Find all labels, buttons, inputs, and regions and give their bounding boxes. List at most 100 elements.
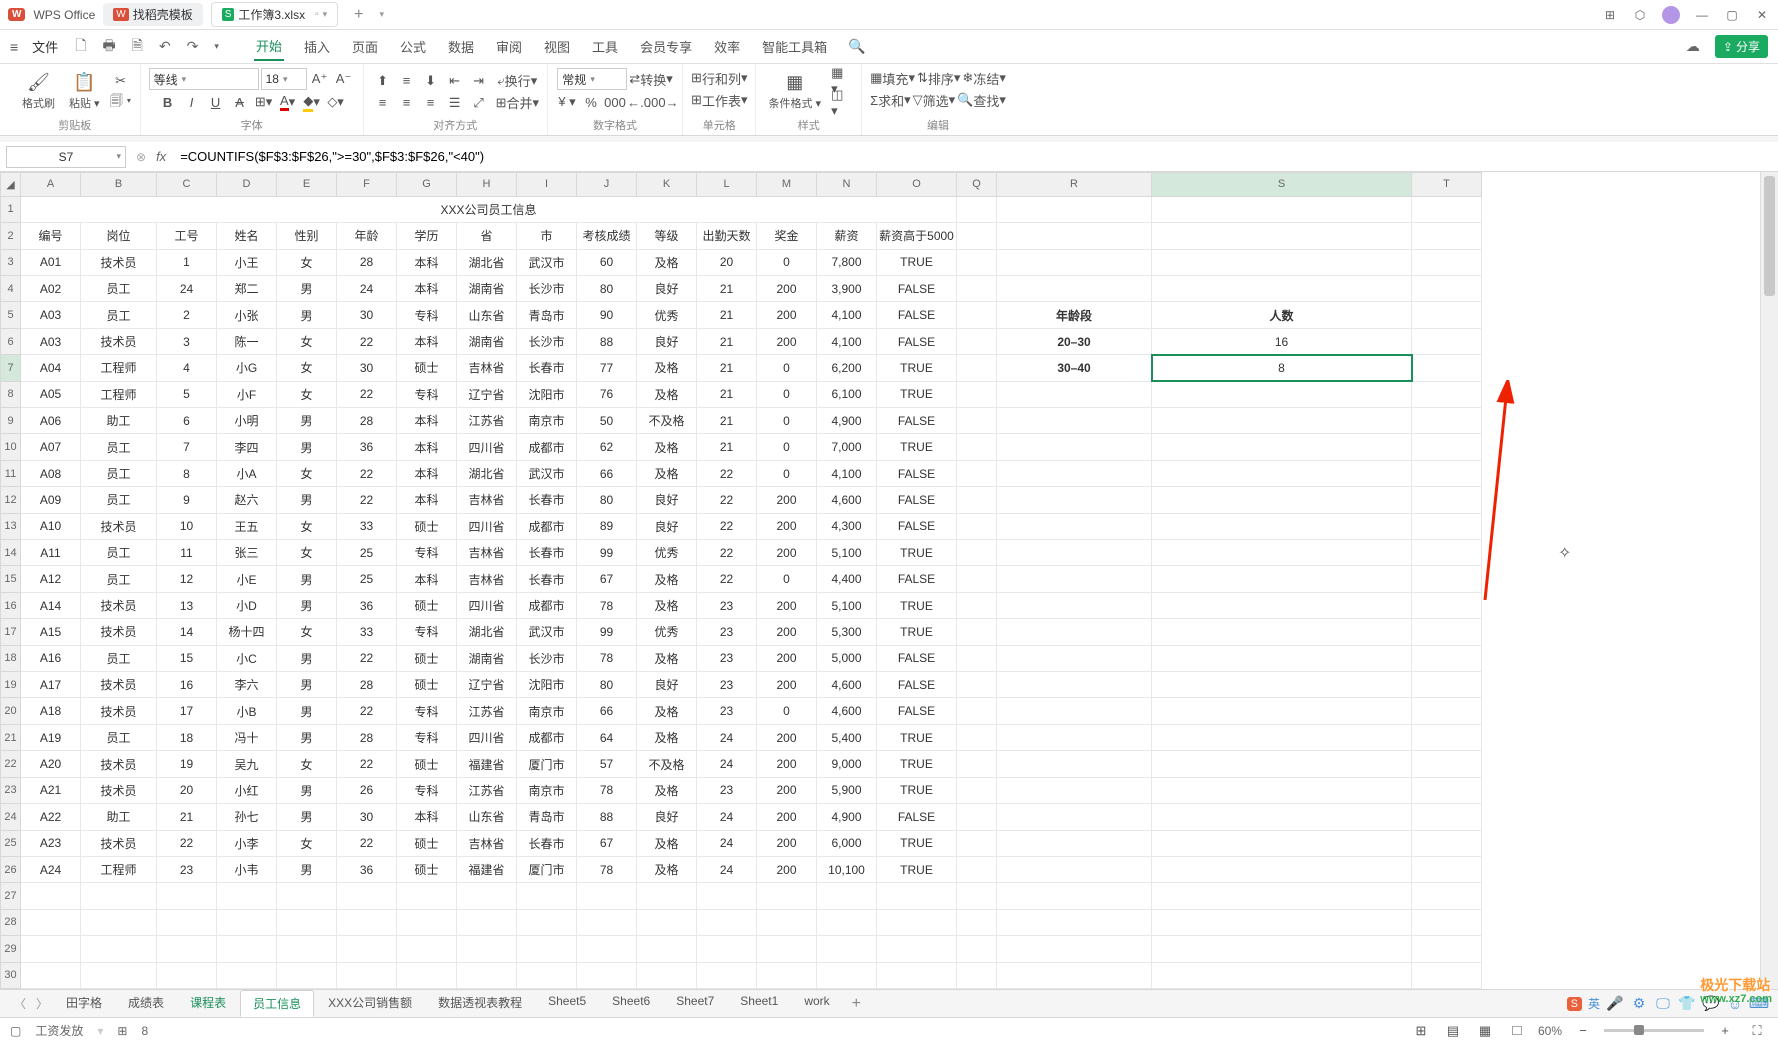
data-cell[interactable]: 助工 <box>81 804 157 830</box>
side-cell-R13[interactable] <box>997 513 1152 539</box>
header-cell[interactable]: 出勤天数 <box>697 223 757 249</box>
sheet-tab-数据透视表教程[interactable]: 数据透视表教程 <box>426 990 534 1017</box>
data-cell[interactable]: 33 <box>337 619 397 645</box>
data-cell[interactable]: FALSE <box>877 302 957 328</box>
zoom-in-button[interactable]: + <box>1714 1021 1736 1041</box>
data-cell[interactable]: 6,100 <box>817 381 877 407</box>
data-cell[interactable]: 88 <box>577 804 637 830</box>
empty-cell[interactable] <box>817 962 877 988</box>
side-cell-R10[interactable] <box>997 434 1152 460</box>
menu-tab-视图[interactable]: 视图 <box>542 33 572 60</box>
increase-font-button[interactable]: A⁺ <box>309 69 331 89</box>
data-cell[interactable]: 福建省 <box>457 856 517 882</box>
data-cell[interactable]: 78 <box>577 592 637 618</box>
empty-cell[interactable] <box>1152 883 1412 909</box>
side-cell-S12[interactable] <box>1152 487 1412 513</box>
data-cell[interactable]: A23 <box>21 830 81 856</box>
empty-cell[interactable] <box>517 962 577 988</box>
side-cell-S8[interactable] <box>1152 381 1412 407</box>
menu-tab-开始[interactable]: 开始 <box>254 32 284 61</box>
data-cell[interactable]: 小G <box>217 355 277 381</box>
row-header-27[interactable]: 27 <box>1 883 21 909</box>
col-header-B[interactable]: B <box>81 173 157 197</box>
row-header-28[interactable]: 28 <box>1 909 21 935</box>
row-header-5[interactable]: 5 <box>1 302 21 328</box>
data-cell[interactable]: 技术员 <box>81 328 157 354</box>
data-cell[interactable]: 4,100 <box>817 460 877 486</box>
side-cell-R22[interactable] <box>997 751 1152 777</box>
sum-button[interactable]: Σ 求和 ▾ <box>870 90 911 110</box>
empty-cell[interactable] <box>337 883 397 909</box>
data-cell[interactable]: TRUE <box>877 830 957 856</box>
data-cell[interactable]: 9,000 <box>817 751 877 777</box>
data-cell[interactable]: 6 <box>157 408 217 434</box>
undo-icon[interactable]: ↶ <box>156 38 174 55</box>
data-cell[interactable]: 及格 <box>637 434 697 460</box>
data-cell[interactable]: A01 <box>21 249 81 275</box>
data-cell[interactable]: 湖南省 <box>457 328 517 354</box>
data-cell[interactable]: 22 <box>337 645 397 671</box>
empty-cell[interactable] <box>397 909 457 935</box>
data-cell[interactable]: TRUE <box>877 724 957 750</box>
sheet-tab-Sheet7[interactable]: Sheet7 <box>664 990 726 1017</box>
data-cell[interactable]: 24 <box>697 724 757 750</box>
empty-cell[interactable] <box>517 936 577 962</box>
data-cell[interactable]: 硕士 <box>397 513 457 539</box>
data-cell[interactable]: 22 <box>337 830 397 856</box>
tray-mic-icon[interactable]: 🎤 <box>1606 995 1624 1013</box>
data-cell[interactable]: 江苏省 <box>457 408 517 434</box>
worksheet-button[interactable]: ⊞ 工作表 ▾ <box>691 90 747 110</box>
row-header-20[interactable]: 20 <box>1 698 21 724</box>
empty-cell[interactable] <box>757 883 817 909</box>
data-cell[interactable]: TRUE <box>877 592 957 618</box>
data-cell[interactable]: A16 <box>21 645 81 671</box>
data-cell[interactable]: 专科 <box>397 302 457 328</box>
side-cell-S13[interactable] <box>1152 513 1412 539</box>
data-cell[interactable]: 3,900 <box>817 275 877 301</box>
side-cell-S22[interactable] <box>1152 751 1412 777</box>
cancel-formula-icon[interactable]: ⊗ <box>136 150 146 164</box>
sheet-tab-Sheet5[interactable]: Sheet5 <box>536 990 598 1017</box>
data-cell[interactable]: 山东省 <box>457 302 517 328</box>
data-cell[interactable]: A11 <box>21 540 81 566</box>
chevron-down-icon[interactable]: ▾ <box>211 41 222 52</box>
data-cell[interactable]: 21 <box>697 302 757 328</box>
data-cell[interactable]: 22 <box>337 698 397 724</box>
data-cell[interactable]: 99 <box>577 619 637 645</box>
data-cell[interactable]: 优秀 <box>637 540 697 566</box>
data-cell[interactable]: FALSE <box>877 698 957 724</box>
cube-icon[interactable]: ⬡ <box>1632 7 1648 23</box>
side-cell-R18[interactable] <box>997 645 1152 671</box>
data-cell[interactable]: 22 <box>337 328 397 354</box>
data-cell[interactable]: 200 <box>757 513 817 539</box>
data-cell[interactable]: 小王 <box>217 249 277 275</box>
empty-cell[interactable] <box>457 883 517 909</box>
data-cell[interactable]: 14 <box>157 619 217 645</box>
data-cell[interactable]: 冯十 <box>217 724 277 750</box>
data-cell[interactable]: 99 <box>577 540 637 566</box>
data-cell[interactable]: 200 <box>757 592 817 618</box>
data-cell[interactable]: 62 <box>577 434 637 460</box>
data-cell[interactable]: 22 <box>697 513 757 539</box>
data-cell[interactable]: 女 <box>277 249 337 275</box>
side-cell-S11[interactable] <box>1152 460 1412 486</box>
data-cell[interactable]: 28 <box>337 249 397 275</box>
data-cell[interactable]: 湖北省 <box>457 249 517 275</box>
header-cell[interactable]: 姓名 <box>217 223 277 249</box>
data-cell[interactable]: 男 <box>277 434 337 460</box>
col-header-A[interactable]: A <box>21 173 81 197</box>
data-cell[interactable]: 6,000 <box>817 830 877 856</box>
empty-cell[interactable] <box>277 936 337 962</box>
empty-cell[interactable] <box>397 962 457 988</box>
menu-tab-数据[interactable]: 数据 <box>446 33 476 60</box>
data-cell[interactable]: 36 <box>337 856 397 882</box>
data-cell[interactable]: 员工 <box>81 434 157 460</box>
data-cell[interactable]: 90 <box>577 302 637 328</box>
data-cell[interactable]: 男 <box>277 645 337 671</box>
data-cell[interactable]: 22 <box>337 487 397 513</box>
data-cell[interactable]: 13 <box>157 592 217 618</box>
side-cell-S18[interactable] <box>1152 645 1412 671</box>
empty-cell[interactable] <box>21 883 81 909</box>
side-cell-S9[interactable] <box>1152 408 1412 434</box>
data-cell[interactable]: 硕士 <box>397 592 457 618</box>
